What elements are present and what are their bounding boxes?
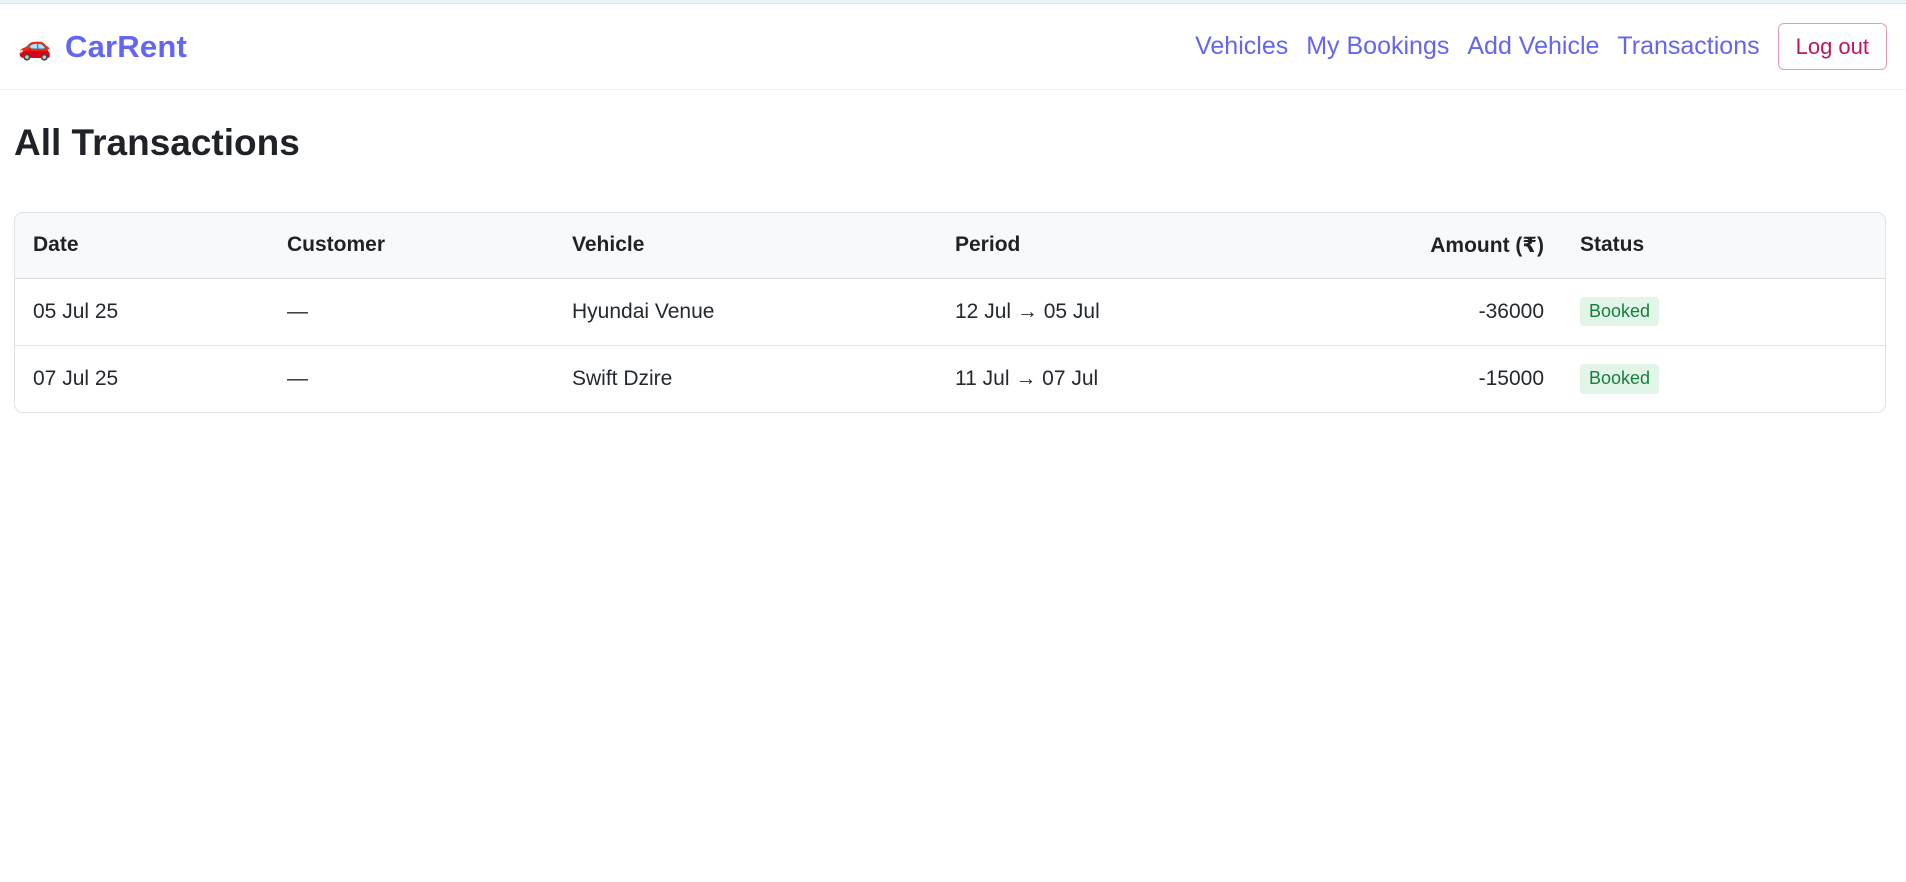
- cell-date: 05 Jul 25: [33, 299, 119, 323]
- status-badge: Booked: [1580, 363, 1660, 394]
- cell-customer: —: [287, 366, 308, 390]
- column-header-date: Date: [33, 233, 79, 257]
- cell-period: 12 Jul → 05 Jul: [955, 299, 1100, 323]
- status-badge: Booked: [1580, 296, 1660, 327]
- cell-date: 07 Jul 25: [33, 366, 119, 390]
- brand-link[interactable]: 🚗 CarRent: [18, 28, 187, 65]
- nav-link-add-vehicle[interactable]: Add Vehicle: [1467, 32, 1599, 61]
- table-header-row: Date Customer Vehicle Period Amount (₹) …: [15, 213, 1885, 278]
- cell-status: Booked: [1562, 278, 1885, 345]
- table-header: Date Customer Vehicle Period Amount (₹) …: [15, 213, 1885, 278]
- brand-name: CarRent: [65, 28, 187, 64]
- column-header-amount: Amount (₹): [1430, 233, 1544, 257]
- cell-amount: -36000: [1478, 299, 1544, 323]
- navbar: 🚗 CarRent Vehicles My Bookings Add Vehic…: [0, 4, 1906, 90]
- column-header-customer: Customer: [287, 233, 386, 257]
- table-body: 05 Jul 25 — Hyundai Venue 12 Jul → 05 Ju…: [15, 278, 1885, 412]
- cell-amount: -15000: [1478, 366, 1544, 390]
- cell-customer: —: [287, 299, 308, 323]
- nav-link-vehicles[interactable]: Vehicles: [1195, 32, 1288, 61]
- table-row: 05 Jul 25 — Hyundai Venue 12 Jul → 05 Ju…: [15, 278, 1885, 345]
- nav-link-transactions[interactable]: Transactions: [1617, 32, 1759, 61]
- cell-status: Booked: [1562, 345, 1885, 412]
- column-header-status: Status: [1580, 233, 1645, 257]
- cell-period: 11 Jul → 07 Jul: [955, 366, 1099, 390]
- car-icon: 🚗: [18, 31, 52, 61]
- page-title: All Transactions: [14, 122, 300, 163]
- column-header-period: Period: [955, 233, 1021, 257]
- table-row: 07 Jul 25 — Swift Dzire 11 Jul → 07 Jul …: [15, 345, 1885, 412]
- cell-vehicle: Swift Dzire: [572, 366, 673, 390]
- cell-vehicle: Hyundai Venue: [572, 299, 715, 323]
- nav-links: Vehicles My Bookings Add Vehicle Transac…: [1195, 23, 1887, 70]
- transactions-table-card: Date Customer Vehicle Period Amount (₹) …: [14, 212, 1886, 413]
- nav-link-my-bookings[interactable]: My Bookings: [1306, 32, 1449, 61]
- logout-button[interactable]: Log out: [1777, 23, 1887, 70]
- transactions-table: Date Customer Vehicle Period Amount (₹) …: [15, 213, 1885, 412]
- main-content: All Transactions Date Customer Vehicle P…: [0, 90, 1906, 413]
- column-header-vehicle: Vehicle: [572, 233, 645, 257]
